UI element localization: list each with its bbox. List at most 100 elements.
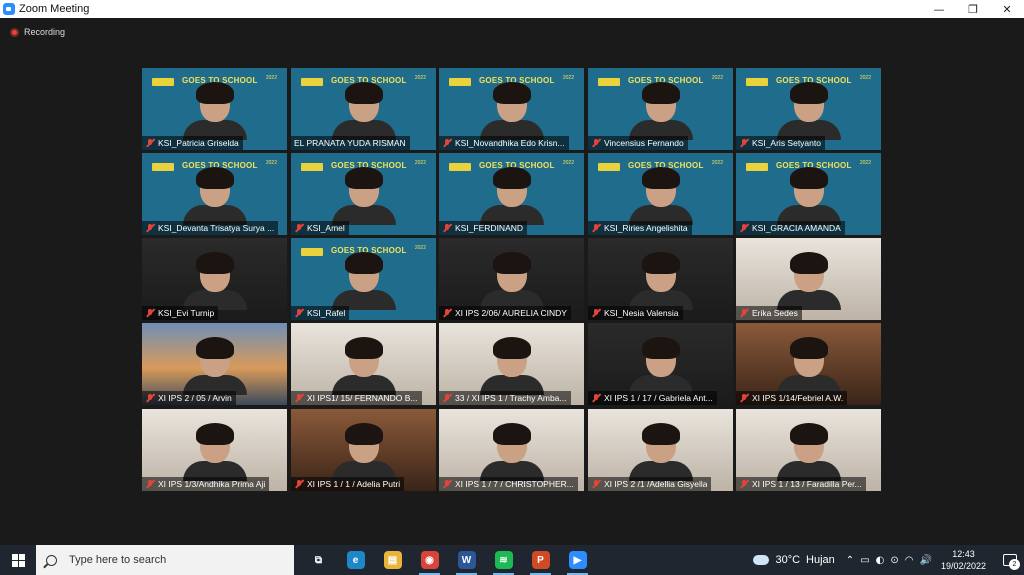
participant-name-bar: XI IPS 1 / 17 / Gabriela Ant... (588, 391, 717, 405)
banner-logo-icon (746, 78, 768, 86)
show-hidden-icons-icon[interactable]: ⌃ (846, 555, 854, 566)
participant-video (479, 252, 544, 310)
participant-name: KSI_Aris Setyanto (752, 138, 821, 148)
participant-tile[interactable]: GOES TO SCHOOL 2022 KSI_Amel (291, 153, 436, 235)
participant-tile[interactable]: GOES TO SCHOOL 2022 KSI_Devanta Trisatya S… (142, 153, 287, 235)
participant-name: KSI_Riries Angelishita (604, 223, 688, 233)
participant-tile[interactable]: XI IPS 2/06/ AURELIA CINDY (439, 238, 584, 320)
participant-name: KSI_Rafel (307, 308, 346, 318)
window-titlebar: Zoom Meeting — ❐ ✕ (0, 0, 1024, 18)
participant-video (479, 423, 544, 481)
participant-tile[interactable]: XI IPS 2 /1 /Adellia Gisyella (588, 409, 733, 491)
banner-year: 2022 (414, 245, 426, 251)
participant-name-bar: EL PRANATA YUDA RISMAN (291, 136, 410, 150)
banner-logo-icon (152, 163, 174, 171)
mic-muted-icon (145, 308, 155, 318)
notification-count-badge: 2 (1009, 559, 1020, 570)
participant-tile[interactable]: XI IPS 2 / 05 / Arvin (142, 323, 287, 405)
notification-center-button[interactable]: 2 (996, 545, 1024, 575)
participant-tile[interactable]: XI IPS 1 / 13 / Faradilla Per... (736, 409, 881, 491)
banner-year: 2022 (859, 75, 871, 81)
taskbar-search-box[interactable]: Type here to search (36, 545, 294, 575)
participant-name: XI IPS 1 / 17 / Gabriela Ant... (604, 393, 713, 403)
participant-name: KSI_FERDINAND (455, 223, 524, 233)
participant-tile[interactable]: KSI_Evi Turnip (142, 238, 287, 320)
taskbar-app-button[interactable]: ◉ (411, 545, 448, 575)
close-button[interactable]: ✕ (990, 0, 1024, 18)
participant-tile[interactable]: Erika Sedes (736, 238, 881, 320)
banner-year: 2022 (265, 160, 277, 166)
volume-icon[interactable]: 🔊 (920, 555, 932, 566)
banner-logo-icon (449, 78, 471, 86)
start-button[interactable] (0, 545, 36, 575)
participant-tile[interactable]: GOES TO SCHOOL 2022 KSI_GRACIA AMANDA (736, 153, 881, 235)
taskbar-app-button[interactable]: ⧉ (300, 545, 337, 575)
task-view-icon: ⧉ (309, 551, 328, 569)
participant-name: XI IPS 1 / 13 / Faradilla Per... (752, 479, 862, 489)
participant-tile[interactable]: XI IPS 1 / 1 / Adelia Putri (291, 409, 436, 491)
taskbar-app-button[interactable]: ▤ (374, 545, 411, 575)
minimize-button[interactable]: — (922, 0, 956, 18)
banner-year: 2022 (562, 75, 574, 81)
participant-video (331, 167, 396, 225)
participant-name: KSI_Evi Turnip (158, 308, 215, 318)
participant-name-bar: KSI_Novandhika Edo Krisn... (439, 136, 569, 150)
participant-name: XI IPS 1/3/Andhika Prima Aji (158, 479, 266, 489)
mic-muted-icon (294, 479, 304, 489)
participant-video (182, 337, 247, 395)
recording-indicator[interactable]: Recording (10, 27, 65, 37)
participant-tile[interactable]: GOES TO SCHOOL 2022 KSI_FERDINAND (439, 153, 584, 235)
location-icon[interactable]: ⊙ (890, 555, 898, 566)
banner-logo-icon (598, 163, 620, 171)
participant-tile[interactable]: XI IPS 1/3/Andhika Prima Aji (142, 409, 287, 491)
participant-tile[interactable]: KSI_Nesia Valensia (588, 238, 733, 320)
participant-name-bar: XI IPS 1 / 1 / Adelia Putri (291, 477, 405, 491)
mic-muted-icon (294, 393, 304, 403)
participant-tile[interactable]: GOES TO SCHOOL 2022 Vincensius Fernando (588, 68, 733, 150)
battery-icon[interactable]: ▭ (860, 555, 869, 566)
participant-video (331, 252, 396, 310)
restore-button[interactable]: ❐ (956, 0, 990, 18)
banner-logo-icon (598, 78, 620, 86)
participant-tile[interactable]: GOES TO SCHOOL 2022 KSI_Patricia Griselda (142, 68, 287, 150)
participant-tile[interactable]: XI IPS1/ 15/ FERNANDO B... (291, 323, 436, 405)
weather-widget[interactable]: 30°C Hujan (753, 554, 835, 566)
mic-muted-icon (145, 479, 155, 489)
taskbar-app-button[interactable]: ≋ (485, 545, 522, 575)
participant-name-bar: XI IPS 2 / 05 / Arvin (142, 391, 236, 405)
participant-tile[interactable]: GOES TO SCHOOL 2022 KSI_Novandhika Edo Kri… (439, 68, 584, 150)
search-placeholder: Type here to search (69, 554, 167, 566)
taskbar-app-button[interactable]: e (337, 545, 374, 575)
wifi-icon[interactable]: ◠ (905, 555, 914, 566)
participant-tile[interactable]: GOES TO SCHOOL 2022 KSI_Riries Angelishita (588, 153, 733, 235)
taskbar-app-button[interactable]: P (522, 545, 559, 575)
taskbar-clock[interactable]: 12:43 19/02/2022 (941, 548, 986, 572)
mic-muted-icon (591, 393, 601, 403)
participant-tile[interactable]: GOES TO SCHOOL 2022 EL PRANATA YUDA RISMAN (291, 68, 436, 150)
participant-name: XI IPS 1 / 7 / CHRISTOPHER... (455, 479, 574, 489)
participant-tile[interactable]: GOES TO SCHOOL 2022 KSI_Aris Setyanto (736, 68, 881, 150)
word-icon: W (457, 551, 476, 569)
participant-tile[interactable]: XI IPS 1/14/Febriel A.W. (736, 323, 881, 405)
participant-name: KSI_Patricia Griselda (158, 138, 239, 148)
participant-name: Vincensius Fernando (604, 138, 684, 148)
participant-tile[interactable]: XI IPS 1 / 17 / Gabriela Ant... (588, 323, 733, 405)
participant-name-bar: KSI_Aris Setyanto (736, 136, 825, 150)
participant-tile[interactable]: GOES TO SCHOOL 2022 KSI_Rafel (291, 238, 436, 320)
participant-name: KSI_Amel (307, 223, 345, 233)
participant-video (628, 167, 693, 225)
mic-muted-icon (442, 308, 452, 318)
participant-video (628, 252, 693, 310)
file-explorer-icon: ▤ (383, 551, 402, 569)
participant-tile[interactable]: 33 / XI IPS 1 / Trachy Amba... (439, 323, 584, 405)
banner-year: 2022 (711, 160, 723, 166)
taskbar-app-button[interactable]: W (448, 545, 485, 575)
participant-video (776, 423, 841, 481)
participant-video (776, 337, 841, 395)
weather-condition: Hujan (806, 554, 835, 566)
taskbar-app-button[interactable]: ▶ (559, 545, 596, 575)
windows-logo-icon (11, 553, 25, 567)
participant-tile[interactable]: XI IPS 1 / 7 / CHRISTOPHER... (439, 409, 584, 491)
participant-video (479, 167, 544, 225)
security-icon[interactable]: ◐ (876, 555, 885, 566)
